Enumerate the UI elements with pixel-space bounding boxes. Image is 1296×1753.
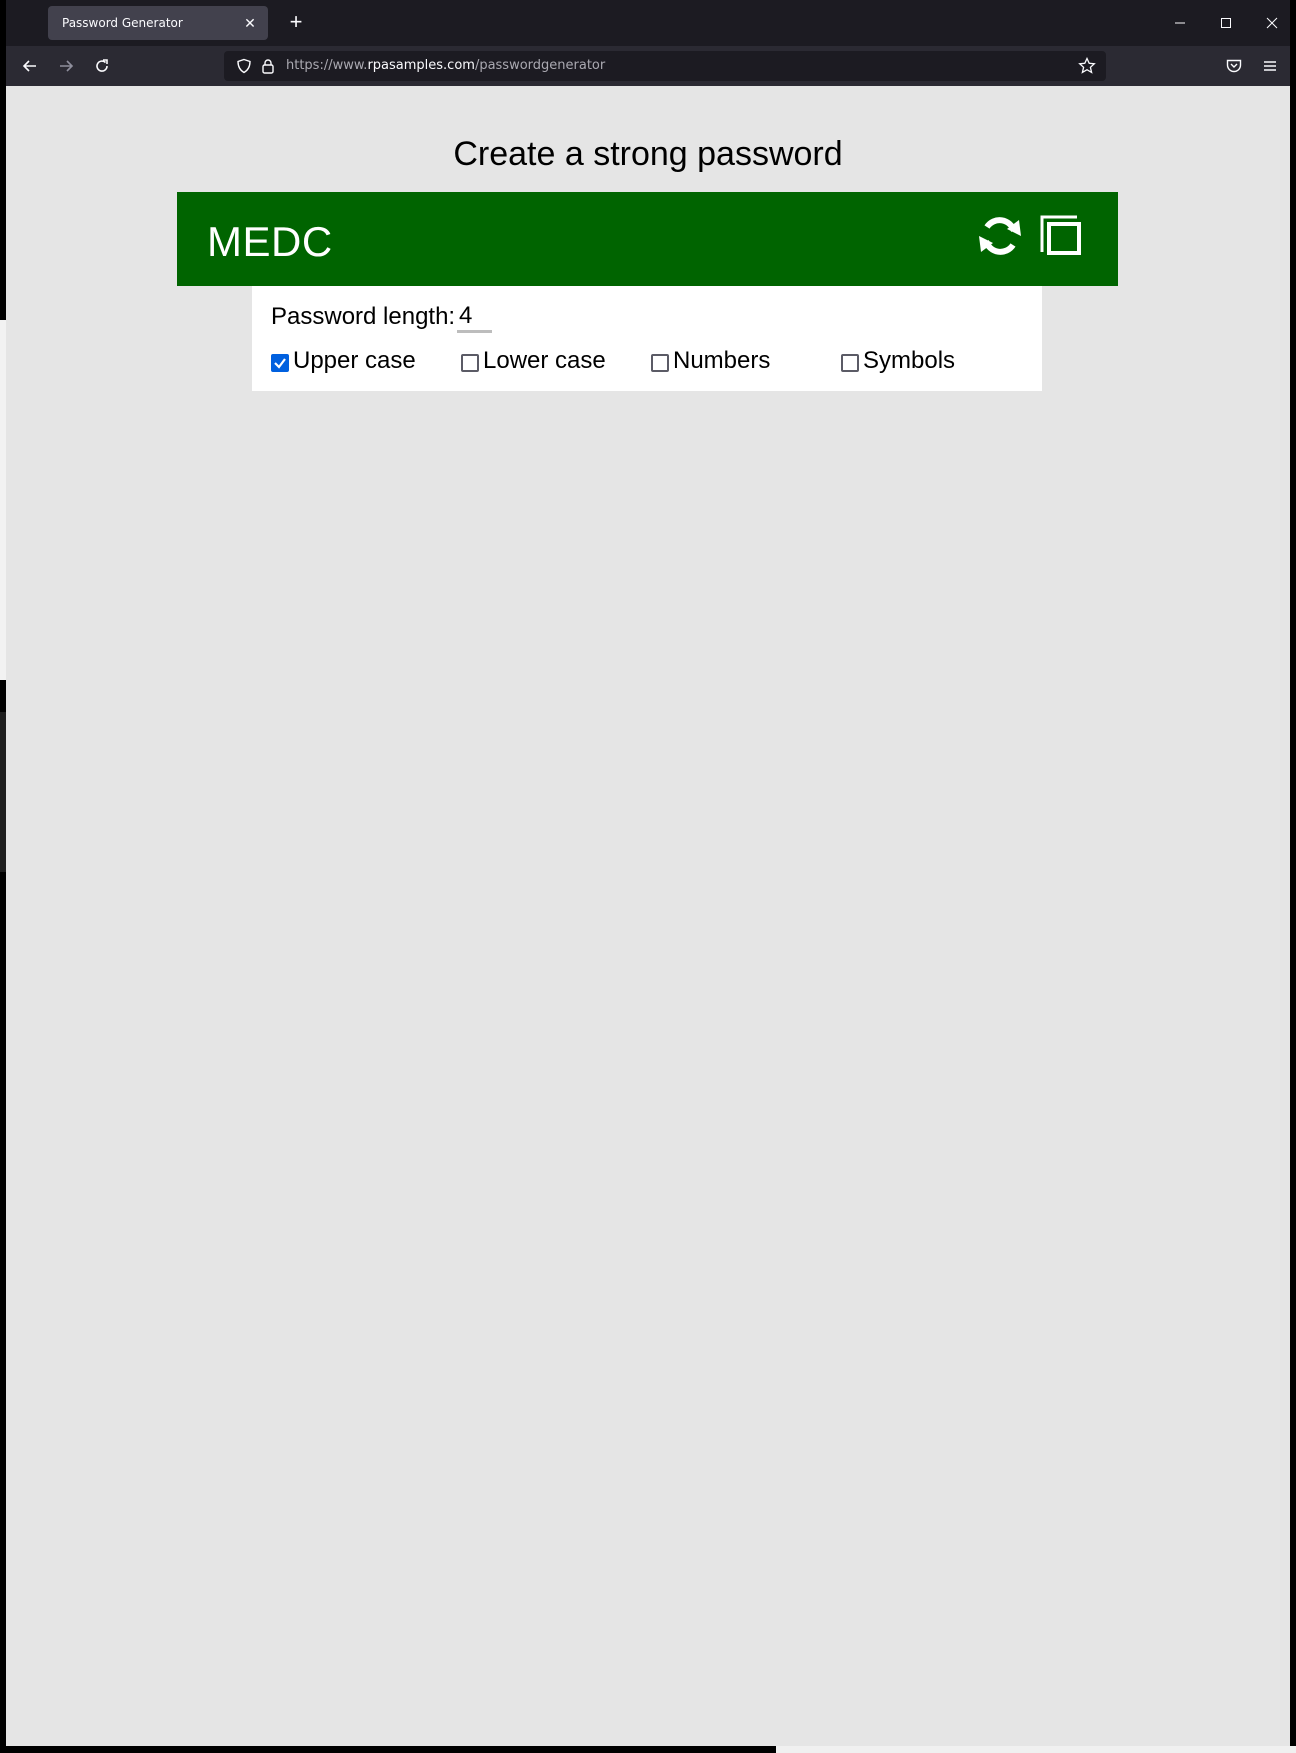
password-length-input[interactable] — [457, 302, 492, 333]
pocket-icon[interactable] — [1220, 52, 1248, 80]
numbers-option[interactable]: Numbers — [651, 347, 770, 375]
navigation-toolbar: https://www.rpasamples.com/passwordgener… — [6, 46, 1290, 86]
password-display: MEDC — [177, 192, 1118, 286]
symbols-option[interactable]: Symbols — [841, 347, 955, 375]
menu-icon[interactable] — [1256, 52, 1284, 80]
tab-title: Password Generator — [62, 16, 183, 30]
bookmark-star-icon[interactable] — [1078, 56, 1096, 80]
tab-close-icon[interactable]: ✕ — [242, 15, 258, 32]
upper-case-label: Upper case — [293, 347, 416, 374]
url-text[interactable]: https://www.rpasamples.com/passwordgener… — [286, 58, 605, 73]
tab-strip: Password Generator ✕ + — [6, 0, 1290, 46]
password-options-panel: Password length: Upper case Lower case N… — [252, 286, 1042, 391]
reload-icon[interactable] — [88, 52, 116, 80]
lower-case-label: Lower case — [483, 347, 606, 374]
new-tab-button[interactable]: + — [282, 10, 310, 36]
refresh-icon[interactable] — [977, 214, 1023, 263]
maximize-icon[interactable] — [1212, 10, 1240, 36]
lower-case-option[interactable]: Lower case — [461, 347, 606, 375]
tab-password-generator[interactable]: Password Generator ✕ — [48, 6, 268, 40]
address-bar[interactable]: https://www.rpasamples.com/passwordgener… — [224, 51, 1106, 81]
lower-case-checkbox[interactable] — [461, 353, 479, 372]
browser-window: Password Generator ✕ + https://www.rpasa… — [6, 0, 1290, 1746]
copy-icon[interactable] — [1039, 214, 1083, 261]
url-path: /passwordgenerator — [474, 58, 606, 73]
page-content: Create a strong password MEDC Password l… — [6, 86, 1290, 1746]
back-icon[interactable] — [16, 52, 44, 80]
symbols-checkbox[interactable] — [841, 353, 859, 372]
numbers-checkbox[interactable] — [651, 353, 669, 372]
background-window-edge — [776, 1746, 1296, 1753]
url-domain: rpasamples.com — [367, 58, 475, 73]
close-window-icon[interactable] — [1258, 10, 1286, 36]
generated-password[interactable]: MEDC — [207, 218, 333, 266]
url-prefix: https://www. — [286, 58, 368, 73]
minimize-icon[interactable] — [1166, 10, 1194, 36]
shield-icon[interactable] — [236, 58, 252, 79]
symbols-label: Symbols — [863, 347, 956, 374]
lock-icon[interactable] — [260, 58, 276, 79]
upper-case-option[interactable]: Upper case — [271, 347, 416, 375]
forward-icon[interactable] — [52, 52, 80, 80]
password-length-label: Password length: — [271, 303, 456, 330]
upper-case-checkbox[interactable] — [271, 353, 289, 372]
page-title: Create a strong password — [453, 135, 843, 173]
numbers-label: Numbers — [673, 347, 771, 374]
